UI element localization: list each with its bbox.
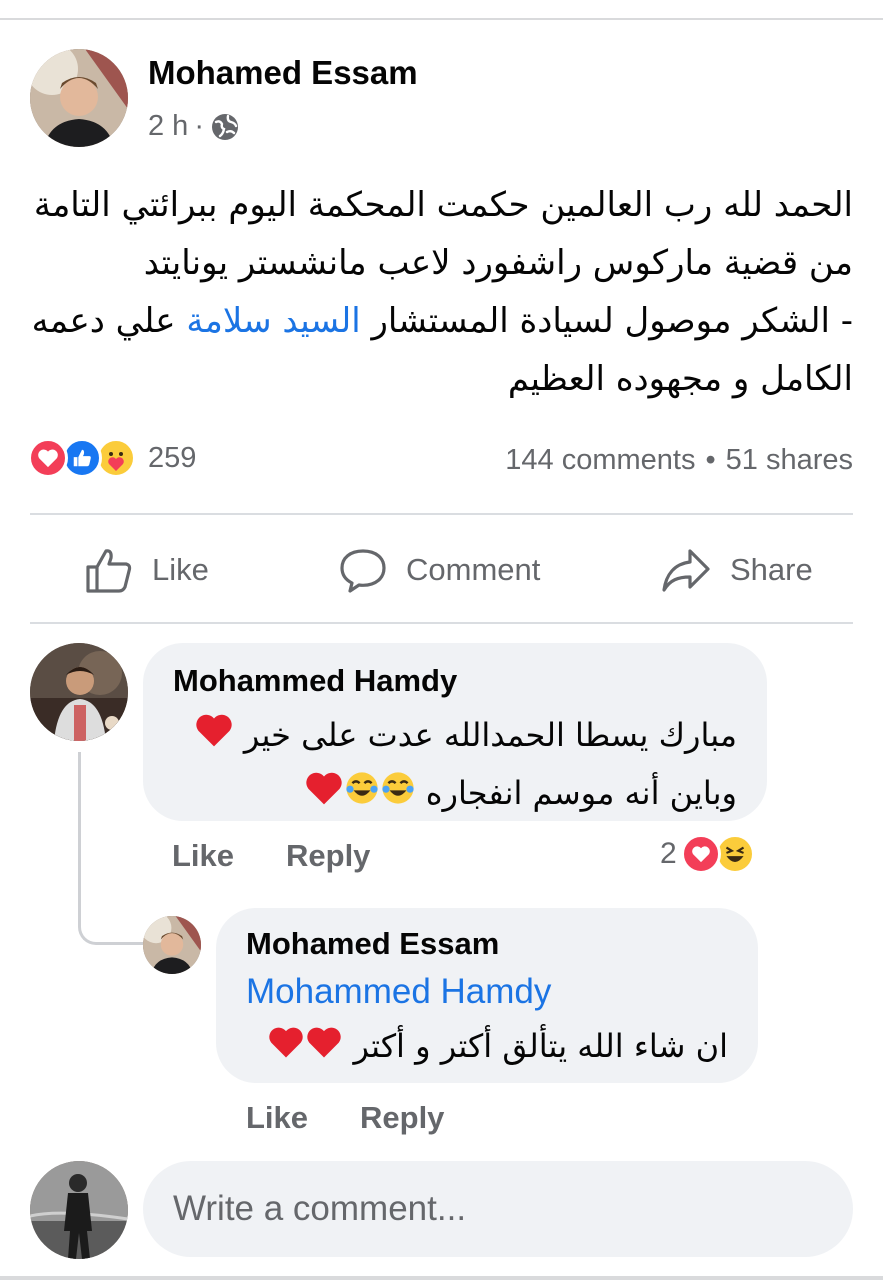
comment-like-button[interactable]: Like — [172, 838, 234, 874]
write-comment-placeholder: Write a comment... — [173, 1189, 467, 1228]
tears-of-joy-emoji — [344, 767, 380, 823]
post-meta: 2 h · — [148, 110, 240, 143]
reactions-summary[interactable]: 259 — [28, 438, 196, 478]
reply-reply-button[interactable]: Reply — [360, 1100, 444, 1136]
post-text-line: الحمد لله رب العالمين حكمت المحكمة اليوم… — [33, 185, 853, 225]
comments-count[interactable]: 144 comments — [505, 444, 695, 477]
share-arrow-icon — [660, 545, 712, 595]
current-user-avatar[interactable] — [30, 1161, 128, 1259]
post-text: الحمد لله رب العالمين حكمت المحكمة اليوم… — [23, 176, 853, 408]
speech-bubble-icon — [338, 545, 388, 595]
haha-react-icon — [714, 834, 755, 874]
actions-top-divider — [30, 513, 853, 515]
comment-text-line: مبارك يسطا الحمدالله عدت على خير — [157, 707, 737, 765]
comment-reply-button[interactable]: Reply — [286, 838, 370, 874]
like-react-icon — [62, 438, 102, 478]
post-mention-link[interactable]: السيد سلامة — [186, 301, 360, 341]
shares-count[interactable]: 51 shares — [726, 444, 853, 477]
post-text-line: من قضية ماركوس راشفورد لاعب مانشستر يونا… — [143, 243, 853, 283]
reply-author-name[interactable]: Mohamed Essam — [246, 926, 499, 962]
reply-mention-link[interactable]: Mohammed Hamdy — [246, 972, 551, 1012]
counts-dot: • — [705, 444, 716, 476]
reaction-count[interactable]: 259 — [148, 442, 196, 475]
comment-text-line: وباين أنه موسم انفجاره — [157, 765, 737, 823]
actions-bottom-divider — [30, 622, 853, 624]
reply-thread-line — [78, 752, 143, 945]
post-text-line: - الشكر موصول لسيادة المستشار السيد سلام… — [31, 301, 853, 341]
top-divider — [0, 18, 883, 20]
share-label: Share — [730, 552, 813, 587]
like-label: Like — [152, 552, 209, 587]
share-button[interactable]: Share — [660, 540, 813, 600]
like-button[interactable]: Like — [84, 540, 209, 600]
red-heart-emoji — [304, 767, 344, 823]
heart-react-icon — [28, 438, 68, 478]
bottom-divider — [0, 1276, 883, 1280]
red-heart-emoji — [194, 709, 234, 765]
red-heart-emoji — [305, 1020, 343, 1076]
heart-react-icon — [680, 834, 721, 874]
comment-author-name[interactable]: Mohammed Hamdy — [173, 663, 457, 699]
comment-label: Comment — [406, 552, 541, 587]
comment-bubble[interactable]: Mohammed Hamdy مبارك يسطا الحمدالله عدت … — [143, 643, 767, 821]
thumbs-up-icon — [84, 545, 134, 595]
reply-text: ان شاء الله يتألق أكتر و أكتر — [228, 1018, 728, 1076]
post-author-avatar[interactable] — [30, 49, 128, 147]
engagement-counts: 144 comments • 51 shares — [505, 444, 853, 477]
comment-text: مبارك يسطا الحمدالله عدت على خير وباين أ… — [157, 707, 737, 823]
reply-text-line: ان شاء الله يتألق أكتر و أكتر — [228, 1018, 728, 1076]
care-react-icon — [96, 438, 136, 478]
globe-icon — [210, 112, 240, 142]
post-text-line: الكامل و مجهوده العظيم — [507, 359, 853, 399]
reply-like-button[interactable]: Like — [246, 1100, 308, 1136]
meta-separator: · — [194, 110, 204, 142]
comment-reaction-count: 2 — [660, 837, 677, 870]
comment-button[interactable]: Comment — [338, 540, 540, 600]
write-comment-input[interactable]: Write a comment... — [143, 1161, 853, 1257]
tears-of-joy-emoji — [380, 767, 416, 823]
reply-author-avatar[interactable] — [143, 916, 201, 974]
reply-bubble[interactable]: Mohamed Essam Mohammed Hamdy ان شاء الله… — [216, 908, 758, 1083]
red-heart-emoji — [267, 1020, 305, 1076]
post-timestamp[interactable]: 2 h — [148, 110, 188, 143]
comment-reactions[interactable]: 2 — [660, 834, 755, 874]
commenter-avatar[interactable] — [30, 643, 128, 741]
post-author-name[interactable]: Mohamed Essam — [148, 54, 418, 92]
